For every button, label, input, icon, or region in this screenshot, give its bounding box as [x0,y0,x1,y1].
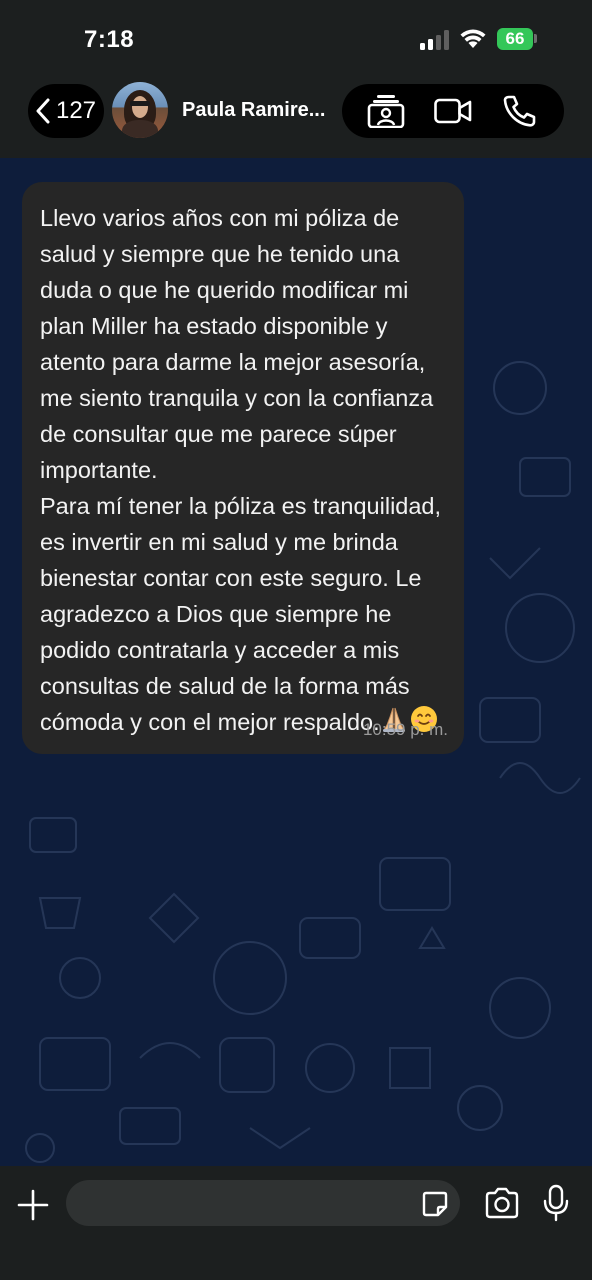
message-bubble[interactable]: Llevo varios años con mi póliza de salud… [22,182,464,754]
chevron-left-icon [36,98,50,124]
wifi-icon [460,29,486,48]
contact-name: Paula Ramire... [182,98,326,121]
composer-bar [0,1166,592,1280]
call-actions [342,84,564,138]
message-input-field[interactable] [66,1180,460,1228]
unread-count: 127 [55,97,97,124]
chat-screen: 7:18 66 127 Paula Ramire... Llevo varios… [0,0,592,1280]
message-text: Llevo varios años con mi póliza de salud… [40,200,446,740]
status-time: 7:18 [84,26,135,53]
top-bar: 7:18 66 127 Paula Ramire... [0,0,592,158]
contact-header[interactable]: Paula Ramire... [112,82,325,138]
contact-card-button[interactable] [361,89,411,133]
chat-area[interactable]: Llevo varios años con mi póliza de salud… [0,158,592,1166]
avatar[interactable] [112,82,168,138]
camera-icon[interactable] [484,1187,520,1219]
back-button[interactable]: 127 [28,84,104,138]
message-body: Llevo varios años con mi póliza de salud… [40,205,442,735]
video-call-button[interactable] [428,89,478,133]
battery-indicator: 66 [497,28,533,50]
battery-cap [534,34,537,43]
phone-icon [504,95,536,127]
video-call-icon [434,98,472,124]
plus-icon[interactable] [16,1188,50,1222]
message-input[interactable] [84,1180,418,1228]
voice-call-button[interactable] [495,89,545,133]
sticker-icon[interactable] [421,1190,449,1218]
battery-level: 66 [505,29,525,48]
signal-icon [420,30,449,50]
message-time: 10:59 p. m. [362,720,448,739]
microphone-icon[interactable] [542,1184,570,1222]
contact-card-icon [367,95,404,128]
